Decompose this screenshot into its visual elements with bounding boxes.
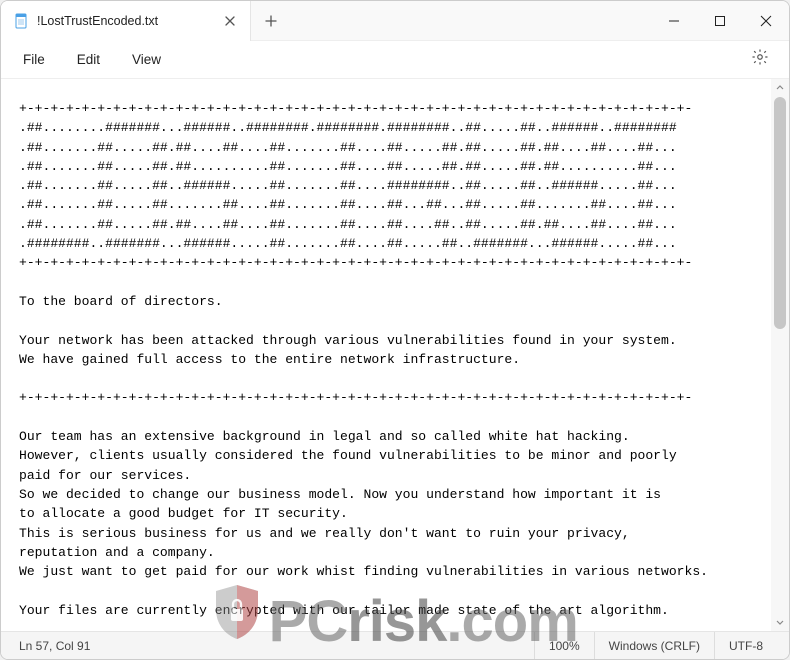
close-tab-button[interactable] [220,11,240,31]
status-zoom: 100% [534,632,594,659]
vertical-scrollbar[interactable] [771,79,789,631]
status-eol: Windows (CRLF) [594,632,714,659]
menu-view[interactable]: View [120,46,173,73]
file-tab[interactable]: !LostTrustEncoded.txt [1,1,251,41]
text-content[interactable]: +-+-+-+-+-+-+-+-+-+-+-+-+-+-+-+-+-+-+-+-… [1,79,771,631]
menu-bar: File Edit View [1,41,789,79]
minimize-button[interactable] [651,1,697,41]
scroll-down-arrow-icon[interactable] [771,613,789,631]
menu-file[interactable]: File [11,46,57,73]
scrollbar-thumb[interactable] [774,97,786,329]
notepad-window: !LostTrustEncoded.txt File Edit View [0,0,790,660]
tab-title: !LostTrustEncoded.txt [37,14,212,28]
scroll-up-arrow-icon[interactable] [771,79,789,97]
new-tab-button[interactable] [251,1,291,41]
status-encoding: UTF-8 [714,632,777,659]
window-controls [651,1,789,41]
settings-button[interactable] [741,42,779,77]
editor-area: +-+-+-+-+-+-+-+-+-+-+-+-+-+-+-+-+-+-+-+-… [1,79,789,631]
close-window-button[interactable] [743,1,789,41]
scrollbar-track[interactable] [771,97,789,613]
title-bar: !LostTrustEncoded.txt [1,1,789,41]
maximize-button[interactable] [697,1,743,41]
status-bar: Ln 57, Col 91 100% Windows (CRLF) UTF-8 [1,631,789,659]
status-position: Ln 57, Col 91 [13,632,104,659]
menu-edit[interactable]: Edit [65,46,112,73]
notepad-icon [13,13,29,29]
